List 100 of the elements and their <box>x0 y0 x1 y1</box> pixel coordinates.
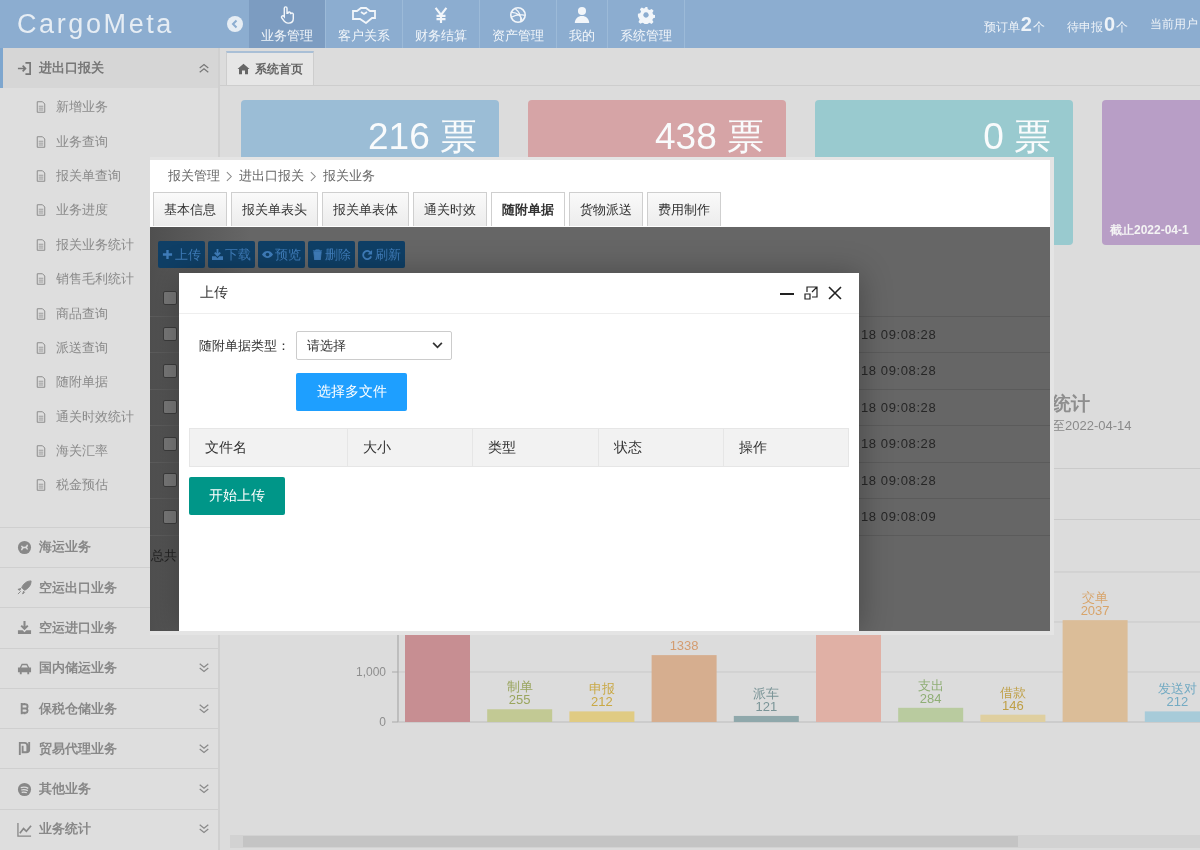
bar <box>569 711 635 722</box>
sidebar-item[interactable]: 海关汇率 <box>35 433 108 469</box>
nav-tab[interactable]: 系统管理 <box>608 0 685 48</box>
tick-label: 0 <box>379 715 386 729</box>
sidebar-group[interactable]: 保税仓储业务 <box>0 687 218 729</box>
document-icon <box>35 340 47 355</box>
value-label: 212 <box>1166 694 1189 710</box>
table-cell: 18 09:08:28 <box>861 326 937 342</box>
choose-files-button[interactable]: 选择多文件 <box>296 373 407 411</box>
tab[interactable]: 报关单表体 <box>322 192 409 226</box>
tab[interactable]: 通关时效 <box>413 192 487 226</box>
nav-tab[interactable]: 业务管理 <box>249 0 326 48</box>
toolbar-button[interactable]: 删除 <box>308 241 355 268</box>
start-upload-button[interactable]: 开始上传 <box>189 477 285 515</box>
toolbar-button[interactable]: 下载 <box>208 241 255 268</box>
sidebar-item[interactable]: 商品查询 <box>35 296 108 331</box>
tab[interactable]: 报关单表头 <box>231 192 318 226</box>
horizontal-scrollbar[interactable] <box>230 835 1200 848</box>
nav-tab[interactable]: 财务结算 <box>403 0 480 48</box>
sidebar-item[interactable]: 报关单查询 <box>35 158 121 194</box>
table-cell: 18 09:08:28 <box>861 363 937 379</box>
tab[interactable]: 费用制作 <box>647 192 721 226</box>
document-icon <box>35 100 47 115</box>
category-label: 派车 <box>753 686 780 701</box>
nav-tab[interactable]: 资产管理 <box>480 0 557 48</box>
bar <box>898 707 964 722</box>
stat-value: 216 票 <box>368 115 477 159</box>
tab[interactable]: 基本信息 <box>153 192 227 226</box>
document-icon <box>35 134 47 149</box>
app-logo: CargoMeta <box>16 7 175 41</box>
document-icon <box>35 444 47 459</box>
checkbox[interactable] <box>163 400 177 415</box>
sidebar-item[interactable]: 派送查询 <box>35 330 108 366</box>
checkbox[interactable] <box>163 509 177 524</box>
sidebar-group[interactable]: 业务统计 <box>0 808 218 850</box>
current-user-label: 当前用户 <box>1150 15 1198 33</box>
sidebar-item[interactable]: 通关时效统计 <box>35 399 134 434</box>
document-icon <box>35 478 47 493</box>
sidebar-group[interactable]: 进出口报关 <box>0 48 218 88</box>
category-label: 申报 <box>588 682 615 697</box>
sidebar-item[interactable]: 报关业务统计 <box>35 227 134 262</box>
user-icon <box>573 5 591 24</box>
tab[interactable]: 货物派送 <box>569 192 643 226</box>
bar <box>980 714 1046 722</box>
sidebar-item[interactable]: 税金预估 <box>35 468 108 503</box>
checkbox[interactable] <box>163 327 177 342</box>
collapse-icon[interactable] <box>227 16 243 32</box>
bar <box>733 715 799 722</box>
sidebar-item[interactable]: 销售毛利统计 <box>35 261 134 297</box>
caret-icon <box>432 342 443 349</box>
value-label: 2037 <box>1080 603 1110 619</box>
category-label: 制单 <box>506 680 533 695</box>
nav-tab[interactable]: 我的 <box>557 0 608 48</box>
category-label: 交单 <box>1082 591 1109 606</box>
sidebar-item[interactable]: 业务查询 <box>35 124 108 159</box>
breadcrumb-item[interactable]: 报关业务 <box>323 167 375 185</box>
rocket-icon <box>17 580 32 596</box>
stat-caption: 截止2022-04-1 <box>1110 222 1189 239</box>
checkbox[interactable] <box>163 473 177 488</box>
maximize-icon[interactable] <box>804 286 818 300</box>
toolbar-button[interactable]: 刷新 <box>358 241 405 268</box>
page-tab[interactable]: 系统首页 <box>226 51 314 85</box>
toolbar-button[interactable]: 上传 <box>158 241 205 268</box>
counter[interactable]: 待申报0个 <box>1066 12 1128 36</box>
sidebar-item[interactable]: 新增业务 <box>35 90 108 125</box>
table-cell: 18 09:08:28 <box>861 472 937 488</box>
stat-value: 0 票 <box>983 115 1051 159</box>
column-header: 类型 <box>472 429 598 466</box>
tab[interactable]: 随附单据 <box>491 192 565 226</box>
toolbar-button[interactable]: 预览 <box>258 241 305 268</box>
value-label: 1338 <box>669 638 699 654</box>
checkbox[interactable] <box>163 363 177 378</box>
bar <box>1144 711 1200 722</box>
close-icon[interactable] <box>828 286 842 300</box>
breadcrumb-item[interactable]: 报关管理 <box>168 167 220 185</box>
column-header: 大小 <box>347 429 472 466</box>
sidebar-group[interactable]: 国内储运业务 <box>0 647 218 688</box>
chevron-right-icon <box>310 170 317 182</box>
chevron-right-icon <box>226 170 233 182</box>
value-label: 212 <box>591 694 613 710</box>
sidebar-item[interactable]: 随附单据 <box>35 365 108 400</box>
column-header: 文件名 <box>204 437 248 457</box>
home-icon <box>237 63 250 75</box>
document-icon <box>35 203 47 218</box>
checkbox[interactable] <box>163 290 177 305</box>
double-chevron-down-icon <box>198 742 210 755</box>
counter[interactable]: 预订单2个 <box>983 12 1045 36</box>
sidebar-group[interactable]: 其他业务 <box>0 768 218 809</box>
stat-value: 438 票 <box>655 115 764 159</box>
type-select[interactable]: 请选择 <box>296 331 452 360</box>
table-cell: 18 09:08:28 <box>861 399 937 415</box>
sidebar-item[interactable]: 业务进度 <box>35 193 108 228</box>
checkbox[interactable] <box>163 436 177 451</box>
field-label: 随附单据类型： <box>199 336 291 355</box>
bar <box>651 655 717 722</box>
breadcrumb-item[interactable]: 进出口报关 <box>239 167 304 185</box>
double-chevron-down-icon <box>198 662 210 675</box>
sidebar-group[interactable]: 贸易代理业务 <box>0 728 218 769</box>
nav-tab[interactable]: 客户关系 <box>326 0 403 48</box>
ball-icon <box>509 5 527 24</box>
